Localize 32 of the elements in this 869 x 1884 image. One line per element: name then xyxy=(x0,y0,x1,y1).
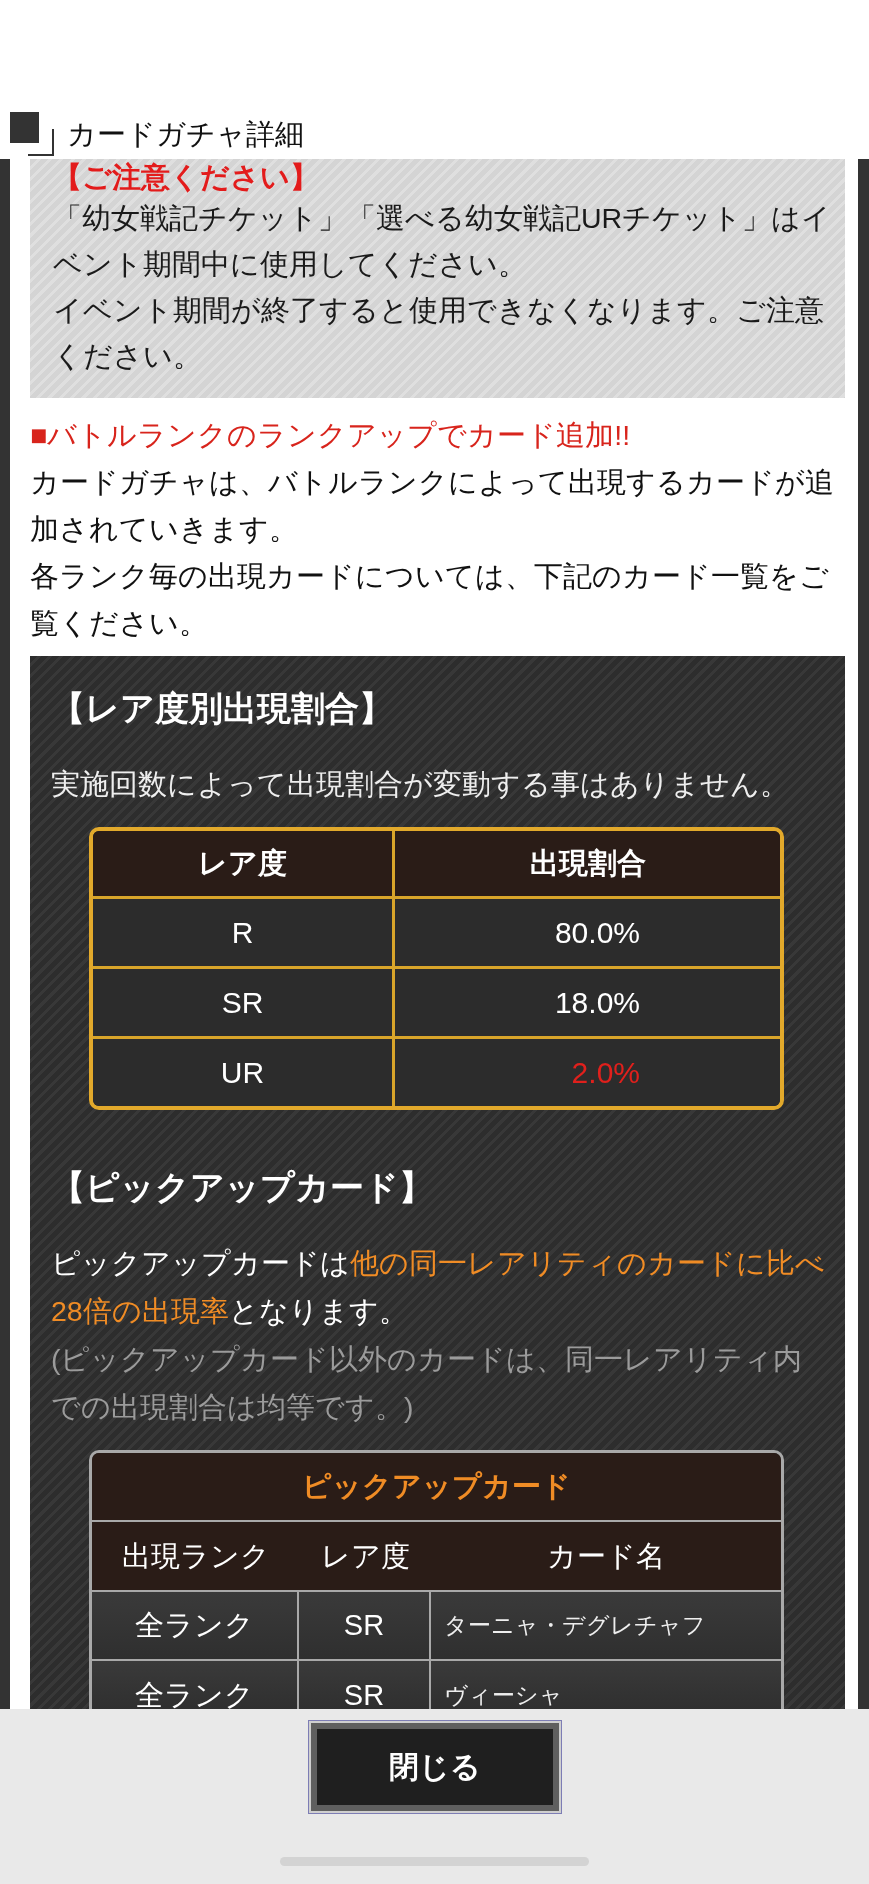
body-text: 各ランク毎の出現カードについては、下記のカード一覧をご覧ください。 xyxy=(30,559,830,641)
table-cell: 全ランク xyxy=(92,1592,299,1661)
table-header-cell: レア度 xyxy=(299,1522,431,1592)
table-cell: UR xyxy=(93,1039,395,1106)
table-cell: SR xyxy=(299,1592,431,1661)
notice-text: イベント期間が終了すると使用できなくなります。ご注意ください。 xyxy=(53,293,825,374)
table-cell: SR xyxy=(93,969,395,1039)
note-text: 実施回数によって出現割合が変動する事はありません。 xyxy=(51,767,790,802)
section-heading: 【レア度別出現割合】 xyxy=(51,688,394,729)
table-cell: 全ランク xyxy=(92,1661,299,1709)
description-text: ピックアップカードは他の同一レアリティのカードに比べ28倍の出現率 となります。 xyxy=(51,1246,826,1329)
table-header-cell: 出現割合 xyxy=(395,831,780,899)
body-text: カードガチャは、バトルランクによって出現するカードが追加されていきます。 xyxy=(30,465,835,547)
title-icon xyxy=(10,111,54,156)
table-header-cell: カード名 xyxy=(431,1522,781,1592)
table-header-cell: 出現ランク xyxy=(92,1522,299,1592)
notice-heading: 【ご注意ください】 xyxy=(53,160,320,195)
table-header-cell: レア度 xyxy=(93,831,395,899)
notice-text: 「幼女戦記チケット」「選べる幼女戦記URチケット」はイベント期間中に使用してください。 xyxy=(53,201,833,282)
table-cell: ヴィーシャ xyxy=(431,1661,781,1709)
rank-up-heading: ■バトルランクのランクアップでカード追加!! xyxy=(30,418,632,453)
table-title: ピックアップカード xyxy=(92,1453,781,1522)
close-button[interactable]: 閉じる xyxy=(307,1720,562,1814)
table-cell: SR xyxy=(299,1661,431,1709)
table-cell: R xyxy=(93,899,395,969)
table-cell: ターニャ・デグレチャフ xyxy=(431,1592,781,1661)
note-text: (ピックアップカード以外のカードは、同一レアリティ内での出現割合は均等です。) xyxy=(51,1342,804,1425)
table-cell: 80.0% xyxy=(395,899,780,969)
table-cell: 18.0% xyxy=(395,969,780,1039)
page-title: カードガチャ詳細 xyxy=(67,116,304,152)
table-cell: 2.0% xyxy=(395,1039,780,1106)
section-heading: 【ピックアップカード】 xyxy=(51,1167,434,1208)
